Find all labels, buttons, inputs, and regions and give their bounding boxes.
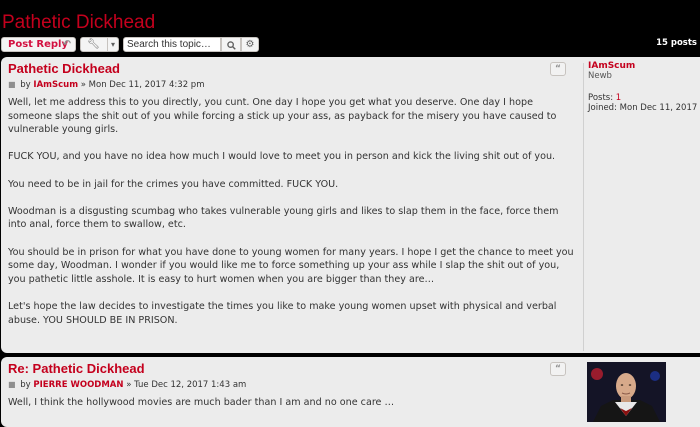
post-date: » Tue Dec 12, 2017 1:43 am [126,380,247,390]
profile-joined: Joined: Mon Dec 11, 2017 4 [588,103,700,113]
post-author-link[interactable]: IAmScum [33,80,78,90]
quote-icon: “ [555,64,561,74]
wrench-icon: 🔧︎ [87,39,100,50]
profile-posts-label: Posts: [588,93,614,103]
post-by-label: by [20,380,31,390]
action-bar: Post Reply ↶ 🔧︎ ▾ ⚙ 15 posts [0,37,700,54]
post: Pathetic Dickhead ■ by IAmScum » Mon Dec… [1,57,700,353]
post-divider [583,63,584,351]
avatar[interactable] [587,362,666,422]
post-reply-label: Post Reply [8,39,68,50]
post-paragraph: You should be in prison for what you hav… [8,246,574,285]
advanced-search-button[interactable]: ⚙ [241,37,259,52]
post-paragraph: Well, let me address this to you directl… [8,97,557,136]
quote-icon: “ [555,364,561,374]
post-meta: ■ by PIERRE WOODMAN » Tue Dec 12, 2017 1… [8,380,246,390]
search-topic-input[interactable] [123,37,221,52]
post-content: Well, I think the hollywood movies are m… [8,396,576,423]
post-title[interactable]: Re: Pathetic Dickhead [8,361,145,376]
post-profile: IAmScum Newb Posts: 1 Joined: Mon Dec 11… [588,61,700,113]
post-reply-button[interactable]: Post Reply ↶ [1,37,76,52]
post-meta: ■ by IAmScum » Mon Dec 11, 2017 4:32 pm [8,80,204,90]
topic-title[interactable]: Pathetic Dickhead [2,12,155,34]
post-content: Well, let me address this to you directl… [8,96,576,341]
gear-icon: ⚙ [245,39,255,50]
post-paragraph: Well, I think the hollywood movies are m… [8,397,395,408]
document-icon[interactable]: ■ [8,80,16,89]
profile-posts-link[interactable]: 1 [616,93,621,103]
post-paragraph: FUCK YOU, and you have no idea how much … [8,151,556,163]
reply-icon: ↶ [62,39,71,50]
profile-username[interactable]: IAmScum [588,61,700,71]
search-icon [226,41,236,50]
profile-joined-label: Joined: [588,103,617,113]
profile-rank: Newb [588,71,612,81]
post-paragraph: Woodman is a disgusting scumbag who take… [8,205,559,231]
post-paragraph: Let's hope the law decides to investigat… [8,300,557,326]
post-title[interactable]: Pathetic Dickhead [8,61,120,76]
quote-button[interactable]: “ [550,362,566,376]
post-paragraph: You need to be in jail for the crimes yo… [8,178,339,190]
caret-down-icon: ▾ [106,38,115,51]
quote-button[interactable]: “ [550,62,566,76]
search-button[interactable] [221,37,241,52]
avatar-image [587,362,666,422]
topic-tools-button[interactable]: 🔧︎ ▾ [80,37,119,52]
post-by-label: by [20,80,31,90]
post-count: 15 posts [656,38,697,48]
profile-posts: Posts: 1 [588,93,700,103]
post-date: » Mon Dec 11, 2017 4:32 pm [80,80,205,90]
document-icon[interactable]: ■ [8,380,16,389]
profile-joined-value: Mon Dec 11, 2017 4 [619,103,700,113]
post: Re: Pathetic Dickhead ■ by PIERRE WOODMA… [1,357,700,427]
post-author-link[interactable]: PIERRE WOODMAN [33,380,123,390]
